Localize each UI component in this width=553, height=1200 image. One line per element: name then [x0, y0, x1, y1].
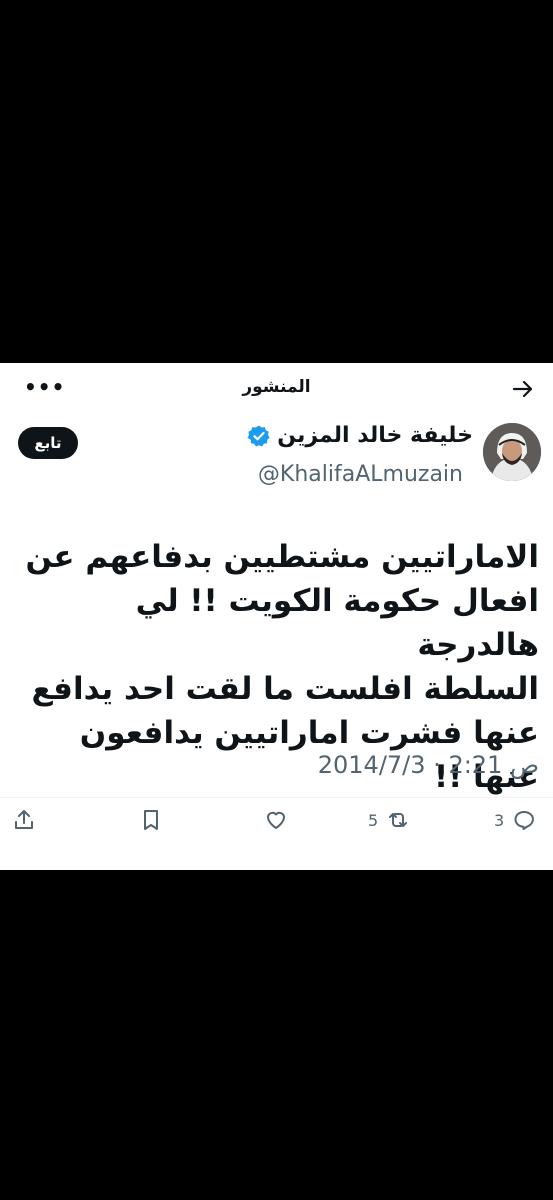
avatar[interactable]: [483, 423, 541, 481]
tweet-date: 2014/7/3: [317, 751, 426, 779]
top-bar: المنشور •••: [0, 363, 553, 413]
like-button[interactable]: [264, 808, 288, 832]
action-bar: 5 3: [0, 808, 553, 838]
follow-button[interactable]: تابع: [18, 427, 78, 459]
author-name-row: خليفة خالد المزين: [247, 423, 473, 448]
tweet-card: المنشور ••• خليفة خالد المزين @KhalifaAL…: [0, 363, 553, 870]
tweet-timestamp[interactable]: 2014/7/3 · 2:21 ص: [318, 751, 539, 779]
tweet-line: افعال حكومة الكويت !! لي هالدرجة: [135, 583, 539, 663]
reply-icon: [514, 811, 535, 830]
more-icon[interactable]: •••: [24, 375, 65, 399]
tweet-line: الاماراتيين مشتطيين بدفاعهم عن: [25, 539, 539, 575]
verified-badge-icon: [247, 425, 270, 446]
meta-separator: ·: [433, 751, 441, 779]
bookmark-button[interactable]: [139, 808, 163, 832]
share-button[interactable]: [12, 808, 36, 832]
author-name[interactable]: خليفة خالد المزين: [277, 423, 473, 448]
tweet-time: 2:21 ص: [448, 751, 539, 779]
reply-count: 3: [494, 810, 505, 830]
retweet-button[interactable]: 5: [368, 808, 410, 832]
tweet-line: السلطة افلست ما لقت احد يدافع: [31, 671, 540, 707]
heart-icon: [267, 811, 285, 829]
bookmark-icon: [144, 810, 158, 830]
reply-button[interactable]: 3: [494, 808, 536, 832]
retweet-count: 5: [368, 810, 379, 830]
author-handle[interactable]: @KhalifaALmuzain: [258, 462, 463, 487]
retweet-icon: [389, 813, 408, 827]
share-icon: [15, 810, 33, 829]
page-title: المنشور: [242, 377, 311, 397]
divider: [0, 797, 553, 798]
